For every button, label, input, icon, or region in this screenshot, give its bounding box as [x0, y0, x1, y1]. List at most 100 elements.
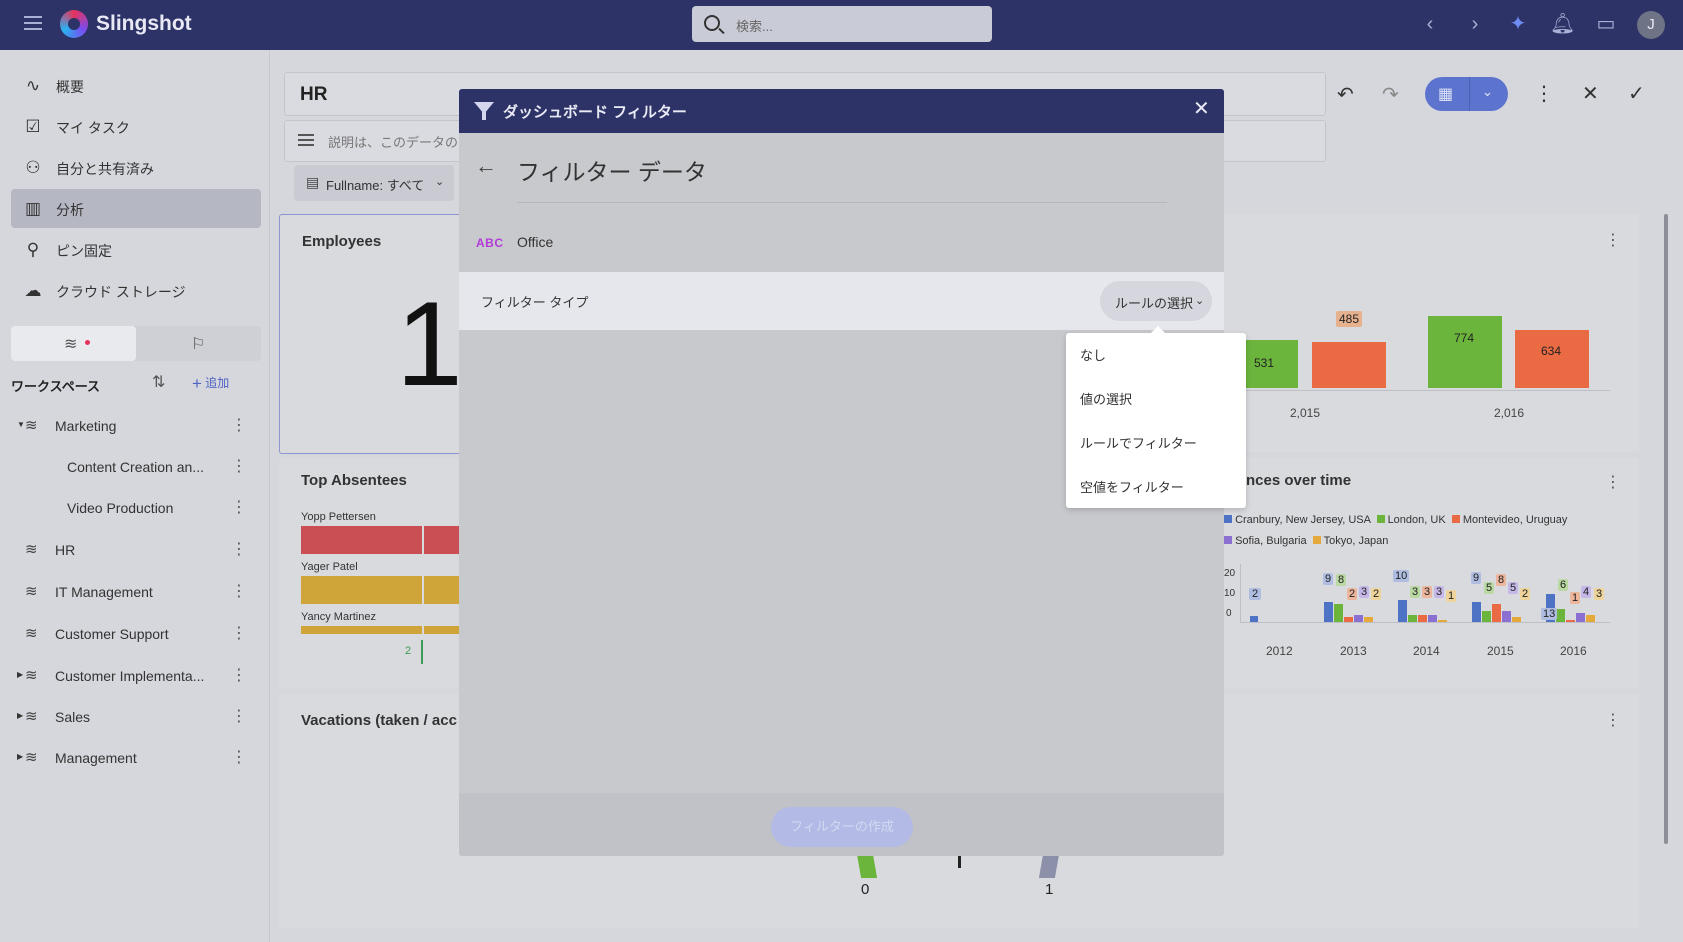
dropdown-option-select-values[interactable]: 値の選択: [1080, 389, 1132, 408]
add-visualization-split-button[interactable]: ▦ ⌄: [1425, 77, 1508, 111]
more-options-icon[interactable]: ⋮: [231, 456, 247, 476]
workspace-item-hr[interactable]: ≋ HR ⋮: [11, 530, 261, 570]
shared-user-icon: ⚇: [25, 158, 41, 177]
layers-icon: ≋: [25, 749, 38, 766]
sidebar-item-label: ピン固定: [56, 243, 112, 259]
sidebar-item-overview[interactable]: ∿ 概要: [11, 66, 261, 105]
more-options-icon[interactable]: ⋮: [231, 665, 247, 685]
workspace-item-video-production[interactable]: Video Production ⋮: [11, 488, 261, 528]
filter-type-dropdown: なし 値の選択 ルールでフィルター 空値をフィルター: [1066, 326, 1246, 508]
workspace-label: Content Creation an...: [67, 459, 204, 475]
bar-chart-card[interactable]: ⋮ 531 485 774 634 2,015 2,016: [1210, 214, 1639, 452]
chat-icon[interactable]: ▭: [1594, 12, 1618, 36]
activity-icon: ∿: [25, 76, 41, 95]
back-arrow-icon[interactable]: ←: [475, 153, 497, 179]
bar-label: 634: [1541, 344, 1562, 358]
series-bar: [1344, 617, 1353, 622]
absences-over-time-card[interactable]: nces over time ⋮ Cranbury, New Jersey, U…: [1210, 458, 1639, 688]
gauge-arc-right: [1038, 854, 1060, 878]
data-label: 2: [1520, 588, 1531, 600]
caret-right-icon[interactable]: ▶: [17, 711, 23, 720]
chevron-down-icon[interactable]: ⌄: [1482, 84, 1493, 100]
confirm-check-icon[interactable]: ✓: [1628, 81, 1645, 106]
x-tick-label: 2,016: [1494, 406, 1525, 420]
sidebar-item-cloud-storage[interactable]: ☁ クラウド ストレージ: [11, 271, 261, 310]
workspace-item-marketing[interactable]: ▼ ≋ Marketing ⋮: [11, 406, 261, 446]
dropdown-option-none[interactable]: なし: [1080, 345, 1106, 364]
dropdown-option-filter-nulls[interactable]: 空値をフィルター: [1080, 477, 1184, 496]
more-options-icon[interactable]: ⋮: [1605, 710, 1621, 730]
legend-swatch: [1312, 536, 1321, 544]
more-options-icon[interactable]: ⋮: [231, 581, 247, 601]
employees-card[interactable]: Employees 1: [279, 214, 477, 454]
sidebar-item-pinned[interactable]: ⚲ ピン固定: [11, 230, 261, 269]
workspace-item-management[interactable]: ▶ ≋ Management ⋮: [11, 738, 261, 778]
notification-dot: [85, 340, 90, 345]
workspace-item-content-creation[interactable]: Content Creation an... ⋮: [11, 447, 261, 487]
more-options-icon[interactable]: ⋮: [231, 497, 247, 517]
more-options-icon[interactable]: ⋮: [231, 747, 247, 767]
dialog-heading: フィルター データ: [517, 159, 707, 185]
more-options-icon[interactable]: ⋮: [1605, 230, 1621, 250]
bookmark-icon[interactable]: ⚐: [191, 334, 205, 354]
caret-right-icon[interactable]: ▶: [17, 752, 23, 761]
workspace-label: HR: [55, 542, 76, 558]
legend-entry: London, UK: [1387, 514, 1446, 526]
user-avatar[interactable]: J: [1637, 11, 1665, 39]
dropdown-option-filter-by-rule[interactable]: ルールでフィルター: [1080, 433, 1197, 452]
data-label: 1: [1446, 590, 1457, 602]
more-options-icon[interactable]: ⋮: [231, 539, 247, 559]
bar-2015-orange: [1312, 342, 1386, 388]
filter-type-label: フィルター タイプ: [481, 295, 589, 310]
ai-sparkle-icon[interactable]: ✦: [1506, 12, 1530, 36]
close-icon[interactable]: ✕: [1582, 81, 1599, 106]
more-options-icon[interactable]: ⋮: [231, 706, 247, 726]
redo-icon[interactable]: ↷: [1382, 82, 1399, 107]
absentee-label: Yancy Martinez: [301, 611, 376, 623]
workspace-item-it-management[interactable]: ≋ IT Management ⋮: [11, 572, 261, 612]
add-workspace-button[interactable]: + 追加: [192, 374, 229, 394]
bar-chart-icon: ▥: [24, 199, 42, 218]
bar-gap: [422, 526, 424, 636]
hamburger-menu-icon[interactable]: [24, 16, 42, 30]
task-icon: ☑: [25, 117, 41, 136]
tab-workspaces[interactable]: ≋: [11, 326, 136, 361]
top-absentees-card[interactable]: Top Absentees Yopp Pettersen Yager Patel…: [279, 458, 477, 688]
sidebar-item-shared-with-me[interactable]: ⚇ 自分と共有済み: [11, 148, 261, 187]
search-input[interactable]: 検索...: [692, 6, 992, 42]
sort-icon[interactable]: ⇅: [152, 372, 165, 392]
series-bar: [1250, 616, 1258, 622]
more-options-icon[interactable]: ⋮: [1534, 81, 1554, 106]
caret-down-icon[interactable]: ▼: [17, 420, 25, 429]
workspace-item-customer-support[interactable]: ≋ Customer Support ⋮: [11, 614, 261, 654]
close-dialog-icon[interactable]: ✕: [1193, 99, 1210, 119]
series-bar: [1334, 604, 1343, 622]
page-scrollbar[interactable]: [1664, 214, 1668, 844]
sidebar-item-label: マイ タスク: [56, 120, 130, 136]
more-options-icon[interactable]: ⋮: [231, 623, 247, 643]
over-time-card-title: nces over time: [1246, 472, 1352, 489]
series-bar: [1482, 611, 1491, 622]
layers-icon: ≋: [25, 417, 38, 434]
workspace-item-sales[interactable]: ▶ ≋ Sales ⋮: [11, 697, 261, 737]
cloud-icon: ☁: [24, 281, 42, 300]
gauge-max-label: 1: [1045, 881, 1054, 898]
back-arrow-icon[interactable]: ‹: [1418, 12, 1442, 36]
filter-chip-fullname[interactable]: ▤ Fullname: すべて ⌄: [294, 165, 454, 201]
forward-arrow-icon[interactable]: ›: [1463, 12, 1487, 36]
filter-type-select[interactable]: ルールの選択 ⌄: [1100, 281, 1212, 321]
notification-bell-icon[interactable]: 🔔︎: [1550, 12, 1575, 36]
more-options-icon[interactable]: ⋮: [231, 415, 247, 435]
sidebar-item-my-tasks[interactable]: ☑ マイ タスク: [11, 107, 261, 146]
search-icon: [704, 15, 720, 31]
undo-icon[interactable]: ↶: [1337, 82, 1354, 107]
caret-right-icon[interactable]: ▶: [17, 670, 23, 679]
bar-2016-orange: [1515, 330, 1589, 388]
workspace-item-customer-implementation[interactable]: ▶ ≋ Customer Implementa... ⋮: [11, 656, 261, 696]
workspace-label: Sales: [55, 709, 91, 725]
more-options-icon[interactable]: ⋮: [1605, 472, 1621, 492]
sidebar-item-analytics[interactable]: ▥ 分析: [11, 189, 261, 228]
create-filter-button[interactable]: フィルターの作成: [771, 807, 913, 847]
data-label: 4: [1581, 586, 1592, 598]
y-tick-label: 20: [1224, 568, 1236, 579]
